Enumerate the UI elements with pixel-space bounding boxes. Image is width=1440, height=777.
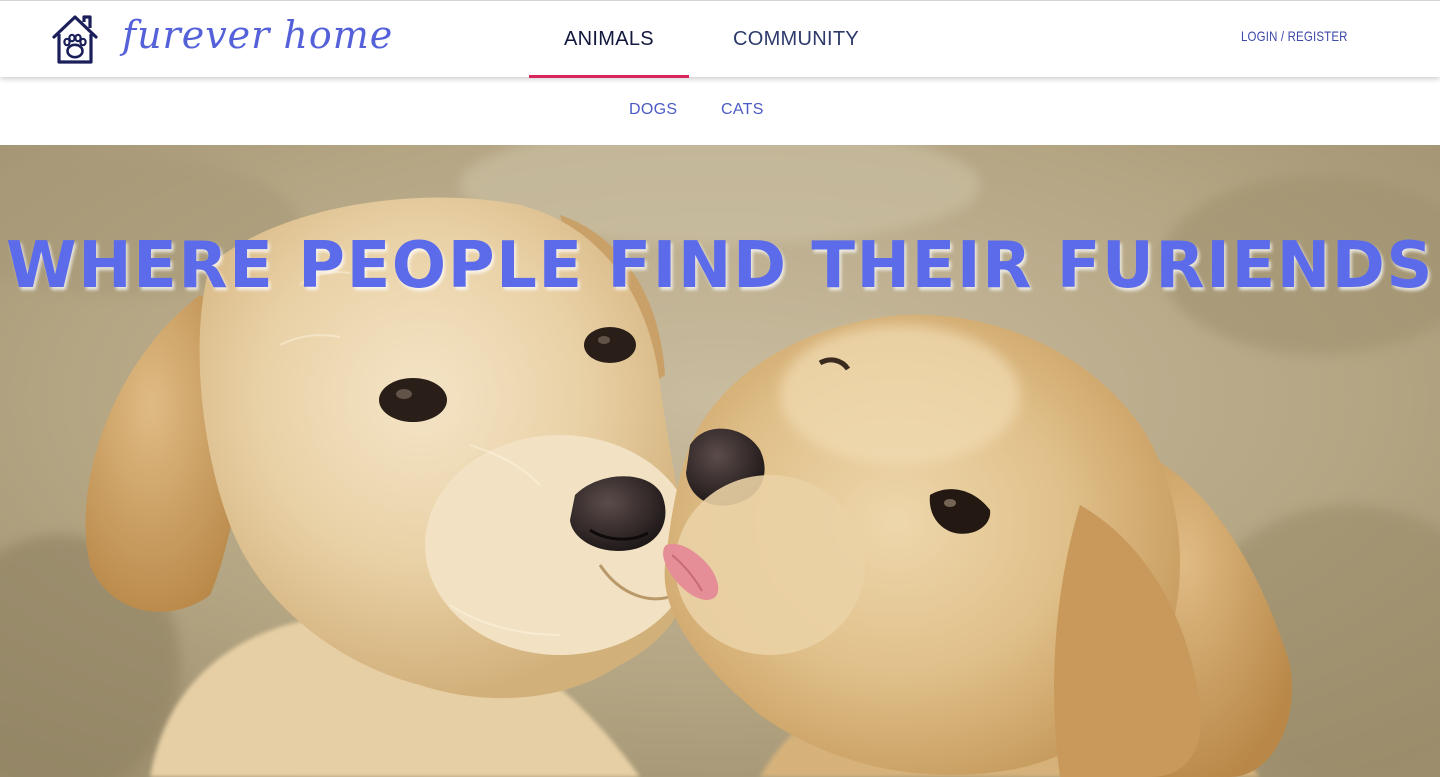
tab-animals[interactable]: ANIMALS bbox=[529, 1, 689, 78]
animal-subnav: DOGS CATS bbox=[0, 77, 1440, 145]
subnav-item-dogs[interactable]: DOGS bbox=[629, 101, 677, 119]
brand-name: furever home bbox=[122, 13, 394, 57]
subnav-item-cats[interactable]: CATS bbox=[721, 101, 764, 119]
brand-logo-link[interactable]: furever home bbox=[50, 11, 393, 67]
tab-community[interactable]: COMMUNITY bbox=[689, 1, 903, 78]
hero-title: WHERE PEOPLE FIND THEIR FURIENDS bbox=[6, 229, 1434, 303]
hero-banner: WHERE PEOPLE FIND THEIR FURIENDS bbox=[0, 145, 1440, 777]
top-navigation-bar: furever home ANIMALS COMMUNITY LOGIN / R… bbox=[0, 0, 1440, 78]
main-nav: ANIMALS COMMUNITY bbox=[529, 1, 903, 78]
login-register-link[interactable]: LOGIN / REGISTER bbox=[1241, 28, 1348, 44]
house-paw-icon bbox=[52, 15, 98, 64]
